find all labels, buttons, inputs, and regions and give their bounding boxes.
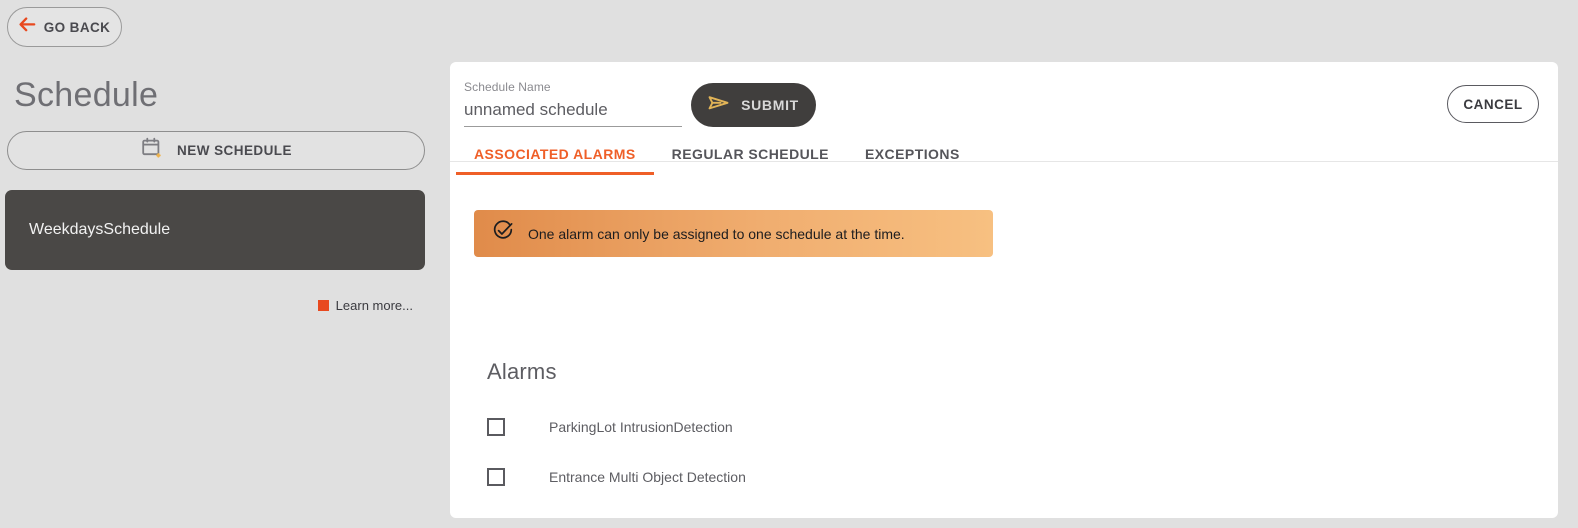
alarms-heading: Alarms bbox=[487, 359, 557, 384]
learn-more-label: Learn more... bbox=[335, 298, 413, 313]
submit-label: SUBMIT bbox=[741, 97, 799, 113]
list-item[interactable]: Entrance Intrusion Detection bbox=[487, 502, 1087, 518]
cancel-label: CANCEL bbox=[1463, 96, 1523, 112]
list-item[interactable]: Entrance Multi Object Detection bbox=[487, 452, 1087, 502]
tab-label: EXCEPTIONS bbox=[864, 146, 960, 162]
alarm-label: Entrance Multi Object Detection bbox=[549, 469, 746, 485]
schedule-name-field: Schedule Name unnamed schedule bbox=[464, 80, 682, 127]
paper-plane-icon bbox=[708, 94, 730, 117]
alarms-list: ParkingLot IntrusionDetection Entrance M… bbox=[487, 402, 1087, 518]
check-circle-icon bbox=[492, 220, 514, 247]
list-item[interactable]: ParkingLot IntrusionDetection bbox=[487, 402, 1087, 452]
page-title: Schedule bbox=[14, 76, 159, 114]
alarm-checkbox[interactable] bbox=[487, 468, 505, 486]
schedule-list-item-label: WeekdaysSchedule bbox=[29, 221, 171, 238]
schedule-name-label: Schedule Name bbox=[464, 80, 551, 94]
sidebar: GO BACK Schedule NEW SCHEDULE WeekdaysSc… bbox=[0, 0, 450, 528]
arrow-left-icon bbox=[19, 17, 36, 37]
calendar-plus-icon bbox=[140, 136, 164, 165]
new-schedule-button[interactable]: NEW SCHEDULE bbox=[7, 131, 425, 170]
square-marker-icon bbox=[317, 300, 329, 311]
panel-header: Schedule Name unnamed schedule SUBMIT CA… bbox=[450, 62, 1558, 175]
schedule-name-input[interactable]: unnamed schedule bbox=[464, 100, 682, 127]
info-banner-text: One alarm can only be assigned to one sc… bbox=[528, 225, 905, 242]
tab-label: ASSOCIATED ALARMS bbox=[474, 146, 636, 162]
learn-more-link[interactable]: Learn more... bbox=[317, 298, 413, 313]
schedule-editor-panel: Schedule Name unnamed schedule SUBMIT CA… bbox=[450, 62, 1558, 518]
new-schedule-label: NEW SCHEDULE bbox=[177, 143, 292, 158]
cancel-button[interactable]: CANCEL bbox=[1447, 85, 1539, 123]
schedule-list-item-weekdaysschedule[interactable]: WeekdaysSchedule bbox=[5, 190, 425, 270]
submit-button[interactable]: SUBMIT bbox=[691, 83, 816, 127]
info-banner: One alarm can only be assigned to one sc… bbox=[474, 210, 993, 257]
alarm-checkbox[interactable] bbox=[487, 418, 505, 436]
alarm-label: ParkingLot IntrusionDetection bbox=[549, 419, 733, 435]
go-back-button[interactable]: GO BACK bbox=[7, 7, 122, 47]
go-back-label: GO BACK bbox=[43, 19, 111, 35]
tab-label: REGULAR SCHEDULE bbox=[671, 146, 829, 162]
tab-divider bbox=[450, 161, 1558, 162]
